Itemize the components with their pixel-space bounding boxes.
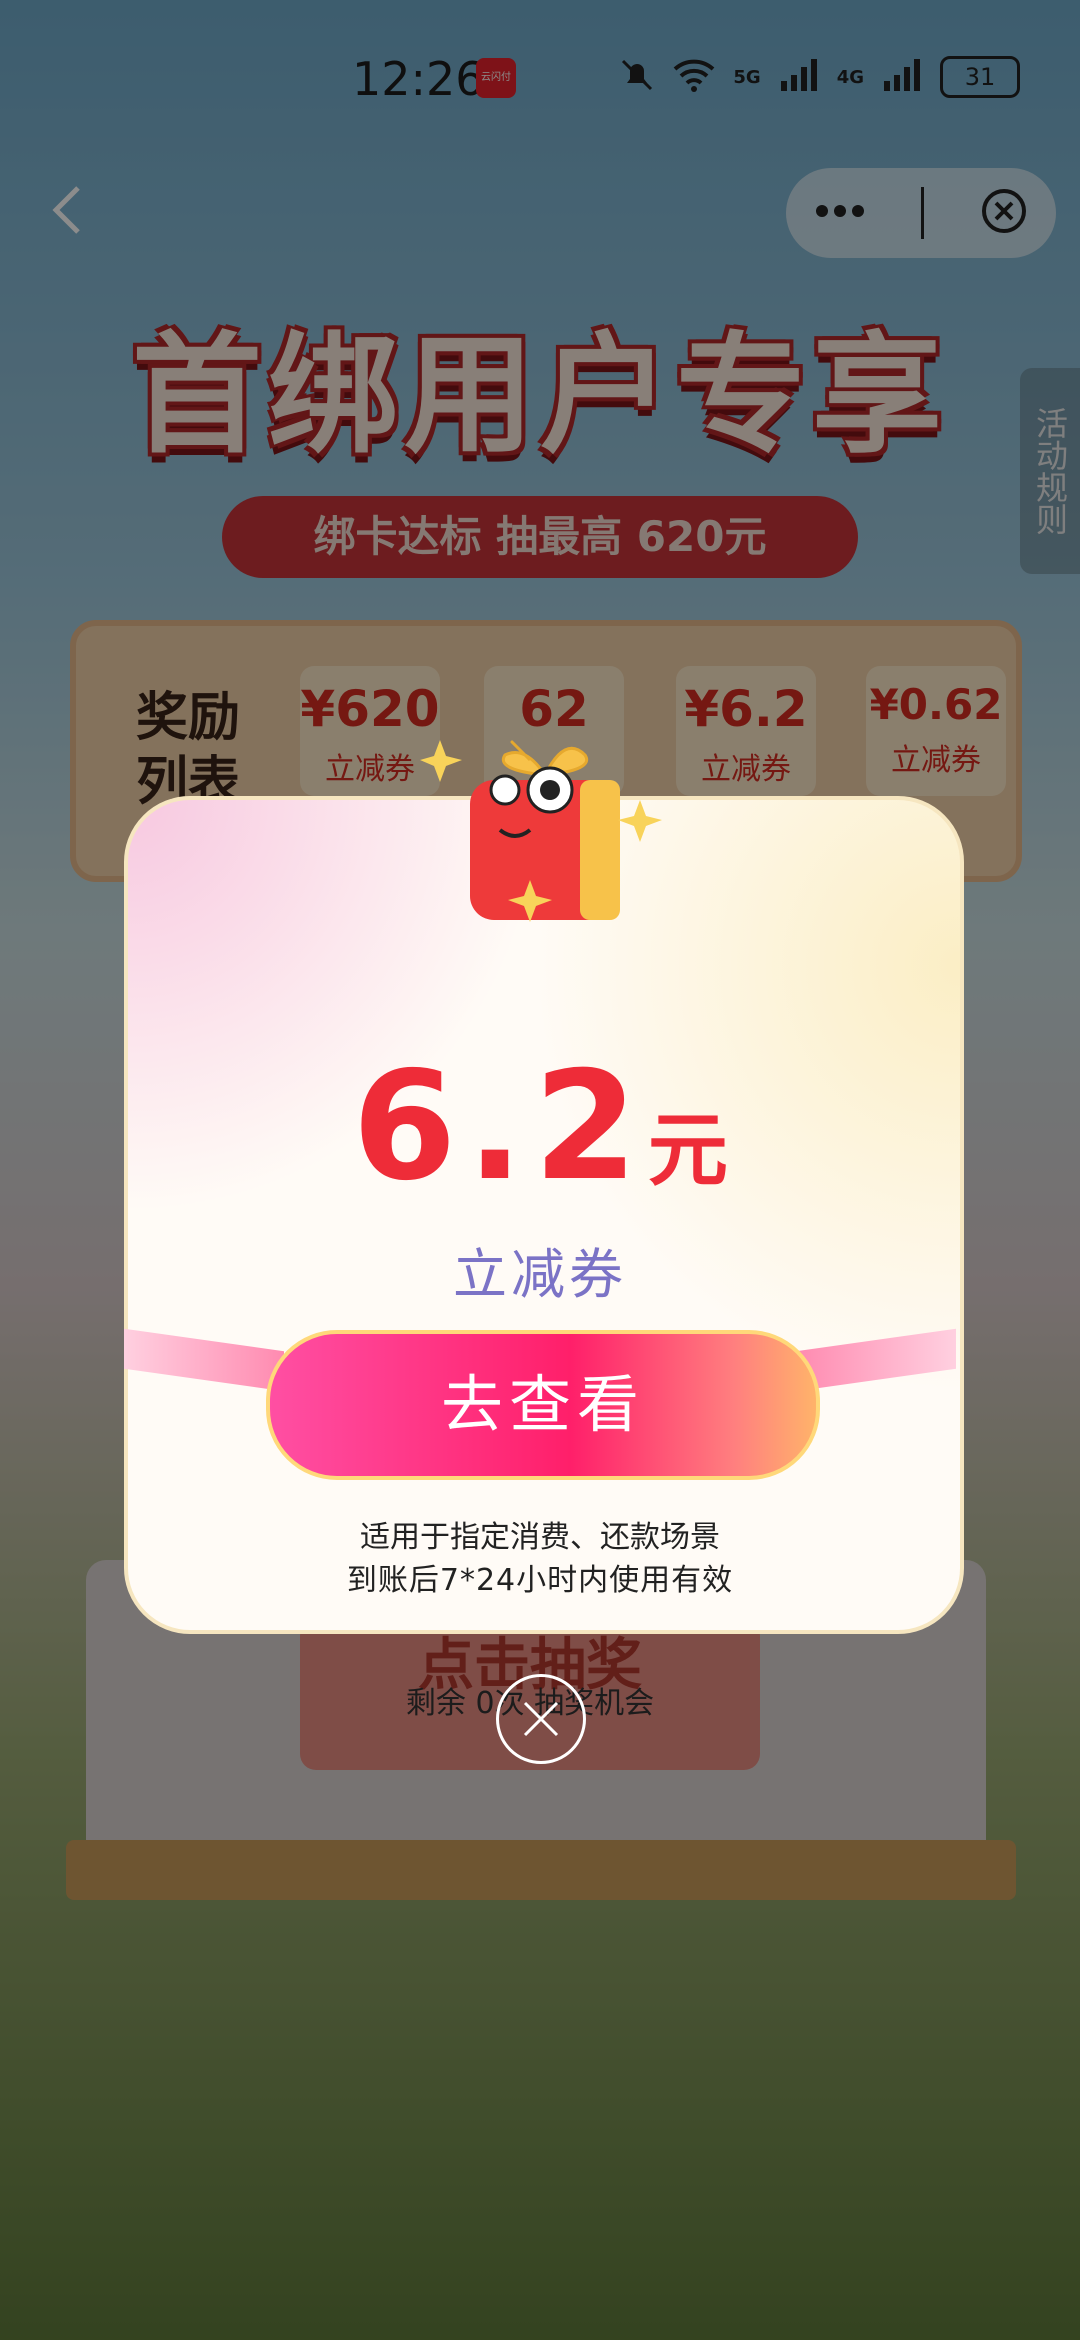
view-voucher-button[interactable]: 去查看 xyxy=(266,1330,820,1480)
prize-amount-unit: 元 xyxy=(647,1104,728,1197)
prize-amount: 6.2元 xyxy=(124,1040,956,1214)
prize-amount-value: 6.2 xyxy=(352,1040,648,1214)
usage-note-scope: 适用于指定消费、还款场景 xyxy=(360,1520,720,1555)
voucher-type-label: 立减券 xyxy=(453,1243,627,1306)
gift-mascot-icon xyxy=(420,720,670,940)
usage-note-validity: 到账后7*24小时内使用有效 xyxy=(346,1563,734,1598)
close-icon xyxy=(523,1701,559,1737)
popup-close-button[interactable] xyxy=(496,1674,586,1764)
